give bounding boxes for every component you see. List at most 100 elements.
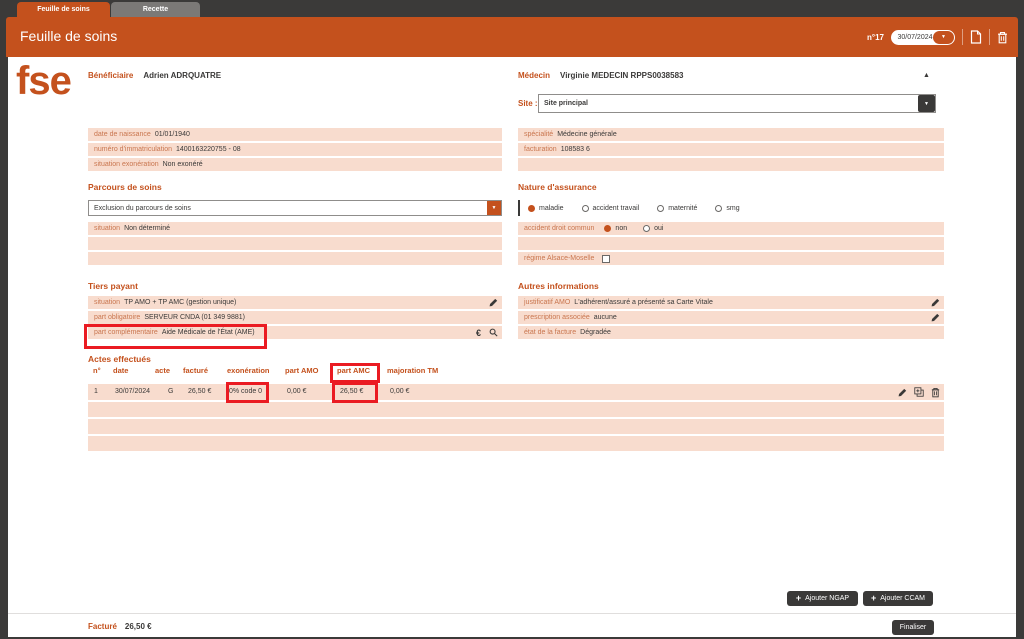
field-row-justificatif-amo: justificatif AMO L'adhérent/assuré a pré… [518, 296, 944, 309]
pencil-icon[interactable] [931, 313, 940, 322]
field-value: Dégradée [580, 329, 611, 336]
cell-majoration: 0,00 € [390, 388, 409, 395]
fse-logo: fse [16, 59, 71, 104]
field-label: régime Alsace-Moselle [524, 255, 594, 262]
field-label: situation [94, 299, 120, 306]
medecin-line: Médecin Virginie MEDECIN RPPS0038583 [518, 71, 683, 80]
field-label: justificatif AMO [524, 299, 570, 306]
assurance-title: Nature d'assurance [518, 182, 597, 192]
medecin-name: Virginie MEDECIN RPPS0038583 [560, 71, 683, 80]
site-select[interactable]: Site principal ▼ [538, 94, 936, 113]
field-row-accident-droit-commun: accident droit commun non oui [518, 222, 944, 235]
field-row-date-naissance: date de naissance 01/01/1940 [88, 128, 502, 141]
radio-icon [643, 225, 650, 232]
add-ngap-button[interactable]: + Ajouter NGAP [787, 591, 858, 606]
radio-label: accident travail [593, 205, 640, 212]
tab-feuille-de-soins[interactable]: Feuille de soins [17, 2, 110, 17]
field-row-specialite: spécialité Médecine générale [518, 128, 944, 141]
field-label: numéro d'immatriculation [94, 146, 172, 153]
radio-label: oui [654, 225, 663, 232]
field-value: Non déterminé [124, 225, 170, 232]
field-row-empty [518, 237, 944, 250]
acte-table-row-empty [88, 402, 944, 417]
plus-icon: + [871, 594, 876, 603]
title-bar: Feuille de soins n°17 30/07/2024 ▼ [6, 17, 1018, 57]
pencil-icon[interactable] [931, 298, 940, 307]
field-value: Médecine générale [557, 131, 617, 138]
content-panel: fse Bénéficiaire Adrien ADRQUATRE Médeci… [8, 57, 1016, 637]
chevron-down-icon[interactable]: ▼ [933, 31, 954, 44]
autres-informations-title: Autres informations [518, 281, 599, 291]
radio-smg[interactable]: smg [715, 205, 739, 212]
plus-icon: + [796, 594, 801, 603]
cell-num: 1 [94, 388, 98, 395]
collapse-chevron-up-icon[interactable]: ▲ [923, 72, 930, 79]
radio-label: smg [726, 205, 739, 212]
radio-accident-travail[interactable]: accident travail [582, 205, 640, 212]
facture-value: 26,50 € [125, 622, 152, 631]
field-value: L'adhérent/assuré a présenté sa Carte Vi… [574, 299, 713, 306]
footer-divider [8, 613, 1016, 614]
acte-table-row: 1 30/07/2024 G 26,50 € 0% code 0 0,00 € … [88, 384, 944, 400]
radio-label: non [615, 225, 627, 232]
cell-part-amo: 0,00 € [287, 388, 306, 395]
radio-icon [715, 205, 722, 212]
field-value: 1400163220755 - 08 [176, 146, 241, 153]
field-label: état de la facture [524, 329, 576, 336]
radio-maternite[interactable]: maternité [657, 205, 697, 212]
acte-table-row-empty [88, 436, 944, 451]
field-value: Aide Médicale de l'État (AME) [162, 329, 255, 336]
pencil-icon[interactable] [489, 298, 498, 307]
radio-non[interactable]: non [604, 225, 627, 232]
radio-icon [582, 205, 589, 212]
add-ccam-button[interactable]: + Ajouter CCAM [863, 591, 933, 606]
duplicate-icon[interactable] [914, 387, 924, 397]
acte-table-row-empty [88, 419, 944, 434]
regime-checkbox[interactable] [602, 255, 610, 263]
euro-icon[interactable]: € [476, 328, 481, 338]
search-icon[interactable] [489, 328, 498, 337]
field-row-empty [518, 158, 944, 171]
field-row-part-obligatoire: part obligatoire SERVEUR CNDA (01 349 98… [88, 311, 502, 324]
separator [962, 29, 963, 45]
add-ccam-label: Ajouter CCAM [880, 595, 925, 602]
site-value: Site principal [539, 100, 918, 107]
app-window: Feuille de soins Recette Feuille de soin… [0, 0, 1024, 639]
date-picker[interactable]: 30/07/2024 ▼ [891, 30, 955, 45]
col-header-facture: facturé [183, 366, 208, 375]
field-value: 108583 6 [561, 146, 590, 153]
facture-label: Facturé [88, 622, 117, 631]
col-header-exoneration: exonération [227, 366, 270, 375]
trash-icon[interactable] [931, 387, 940, 398]
cell-facture: 26,50 € [188, 388, 211, 395]
field-label: prescription associée [524, 314, 590, 321]
separator [989, 29, 990, 45]
col-header-part-amo: part AMO [285, 366, 318, 375]
chevron-down-icon[interactable]: ▼ [487, 201, 501, 215]
col-header-date: date [113, 366, 128, 375]
field-row-regime: régime Alsace-Moselle [518, 252, 944, 265]
actes-title: Actes effectués [88, 354, 151, 364]
radio-selected-icon [604, 225, 611, 232]
field-label: accident droit commun [524, 225, 594, 232]
field-row-facturation: facturation 108583 6 [518, 143, 944, 156]
field-row-tp-situation: situation TP AMO + TP AMC (gestion uniqu… [88, 296, 502, 309]
parcours-select[interactable]: Exclusion du parcours de soins ▼ [88, 200, 502, 216]
radio-label: maternité [668, 205, 697, 212]
site-label: Site : [518, 99, 538, 108]
beneficiaire-name: Adrien ADRQUATRE [143, 71, 221, 80]
pencil-icon[interactable] [898, 388, 907, 397]
field-row-empty [88, 237, 502, 250]
field-row-etat-facture: état de la facture Dégradée [518, 326, 944, 339]
radio-maladie[interactable]: maladie [528, 205, 564, 212]
beneficiaire-line: Bénéficiaire Adrien ADRQUATRE [88, 71, 221, 80]
field-row-situation-parcours: situation Non déterminé [88, 222, 502, 235]
tab-recette[interactable]: Recette [111, 2, 200, 17]
trash-icon[interactable] [997, 31, 1008, 44]
radio-oui[interactable]: oui [643, 225, 663, 232]
col-header-part-amc: part AMC [337, 366, 370, 375]
new-document-icon[interactable] [970, 30, 982, 44]
chevron-down-icon[interactable]: ▼ [918, 95, 935, 112]
finaliser-button[interactable]: Finaliser [892, 620, 934, 635]
footer-total: Facturé 26,50 € [88, 622, 152, 631]
